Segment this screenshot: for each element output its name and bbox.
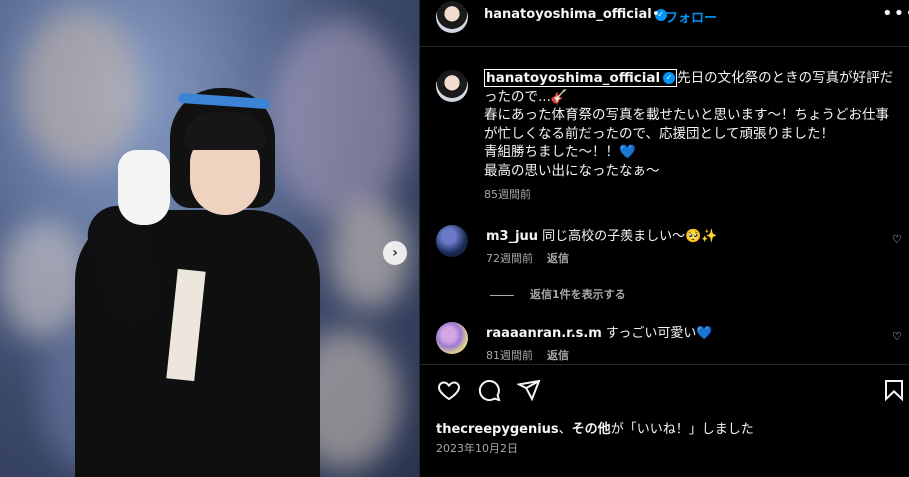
comment-timestamp[interactable]: 81週間前: [486, 349, 533, 362]
person-bangs: [184, 112, 266, 150]
comment-icon[interactable]: [477, 378, 501, 402]
commenter-avatar[interactable]: [436, 322, 468, 354]
commenter-username[interactable]: m3_juu: [486, 229, 538, 244]
reply-button[interactable]: 返信: [547, 349, 569, 362]
background-blur: [20, 10, 140, 170]
likes-suffix: が「いいね！」しました: [610, 422, 754, 437]
post-header: hanatoyoshima_official✓ • フォロー •••: [420, 0, 909, 47]
bookmark-icon[interactable]: [882, 378, 906, 402]
comment-body: すっごい可愛い💙: [605, 326, 713, 341]
likes-separator: 、: [558, 422, 572, 437]
caption-line-4: 最高の思い出になったなぁ〜: [484, 162, 660, 179]
comment-body: 同じ高校の子羨ましい〜🥺✨: [542, 229, 718, 244]
author-username-text[interactable]: hanatoyoshima_official: [484, 7, 652, 22]
next-image-button[interactable]: ›: [383, 241, 407, 265]
comment-like-icon[interactable]: ♡: [892, 233, 902, 246]
person-glove: [118, 150, 170, 225]
post-image[interactable]: ›: [0, 0, 419, 477]
reply-button[interactable]: 返信: [547, 252, 569, 265]
caption-line-2: 春にあった体育祭の写真を載せたいと思います〜！ちょうどお仕事が忙しくなる前だった…: [484, 107, 889, 142]
separator-dot: •: [652, 7, 660, 22]
verified-badge-icon: ✓: [663, 72, 676, 84]
likes-others-link[interactable]: その他: [572, 422, 611, 437]
comment-meta: 81週間前 返信: [486, 347, 569, 363]
comment-text: m3_juu 同じ高校の子羨ましい〜🥺✨: [486, 225, 866, 244]
comment-meta: 72週間前 返信: [486, 250, 569, 266]
commenter-username[interactable]: raaaanran.r.s.m: [486, 326, 602, 341]
follow-button[interactable]: フォロー: [665, 7, 717, 26]
comment-text: raaaanran.r.s.m すっごい可愛い💙: [486, 322, 866, 341]
caption-text: hanatoyoshima_official ✓ 先日の文化祭のときの写真が好評だっ…: [484, 69, 894, 180]
liker-username[interactable]: thecreepygenius: [436, 422, 559, 437]
author-username[interactable]: hanatoyoshima_official ✓: [484, 7, 667, 22]
caption-username-text[interactable]: hanatoyoshima_official: [486, 70, 660, 86]
background-blur: [270, 20, 410, 220]
caption-avatar[interactable]: [436, 70, 468, 102]
caption-timestamp[interactable]: 85週間前: [484, 186, 531, 202]
heart-icon[interactable]: [437, 378, 461, 402]
chevron-right-icon: ›: [392, 245, 398, 261]
caption-line-3: 青組勝ちました〜！！💙: [484, 144, 636, 160]
comment-timestamp[interactable]: 72週間前: [486, 252, 533, 265]
action-bar: [420, 364, 909, 415]
post-side-panel: hanatoyoshima_official✓ • フォロー ••• hanat…: [419, 0, 909, 477]
view-replies-label[interactable]: 返信1件を表示する: [530, 288, 626, 301]
post-date[interactable]: 2023年10月2日: [436, 440, 518, 456]
view-replies-button[interactable]: 返信1件を表示する: [490, 286, 626, 302]
commenter-avatar[interactable]: [436, 225, 468, 257]
comments-scroll-area[interactable]: hanatoyoshima_official ✓ 先日の文化祭のときの写真が好評だっ…: [420, 47, 909, 363]
replies-divider-line: [490, 294, 514, 296]
caption-username[interactable]: hanatoyoshima_official ✓: [484, 69, 678, 87]
likes-summary: thecreepygenius、その他が「いいね！」しました: [436, 418, 754, 437]
share-icon[interactable]: [515, 378, 541, 402]
author-avatar[interactable]: [436, 1, 468, 33]
more-options-icon[interactable]: •••: [882, 3, 909, 24]
comment-like-icon[interactable]: ♡: [892, 330, 902, 343]
